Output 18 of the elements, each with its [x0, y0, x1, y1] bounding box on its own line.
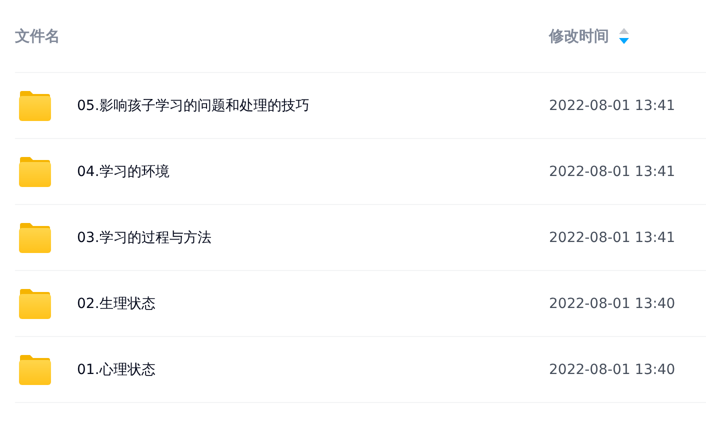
column-header[interactable]: 修改时间 — [549, 26, 609, 46]
folder-icon — [18, 90, 52, 120]
file-name[interactable]: 05.影响孩子学习的问题和处理的技巧 — [77, 96, 549, 114]
modified-time: 2022-08-01 13:40 — [549, 362, 676, 378]
column-header[interactable]: 文件名 — [15, 27, 60, 45]
file-name[interactable]: 04.学习的环境 — [77, 162, 549, 180]
folder-icon — [18, 288, 52, 318]
folder-icon — [18, 354, 52, 384]
sort-icon[interactable] — [619, 28, 629, 44]
folder-icon — [18, 222, 52, 252]
file-name[interactable]: 03.学习的过程与方法 — [77, 228, 549, 246]
modified-time: 2022-08-01 13:41 — [549, 164, 676, 180]
folder-icon — [18, 156, 52, 186]
modified-time: 2022-08-01 13:41 — [549, 230, 676, 246]
file-name[interactable]: 01.心理状态 — [77, 360, 549, 378]
file-name[interactable]: 02.生理状态 — [77, 294, 549, 312]
modified-time: 2022-08-01 13:40 — [549, 296, 676, 312]
modified-time: 2022-08-01 13:41 — [549, 98, 676, 114]
